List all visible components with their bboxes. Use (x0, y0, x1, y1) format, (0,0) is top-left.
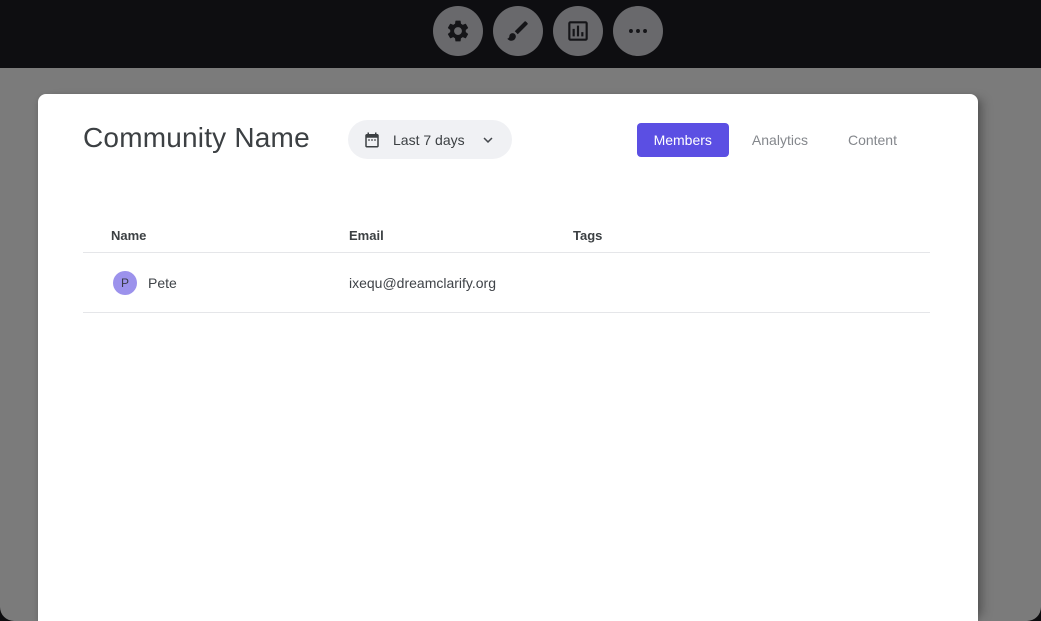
avatar-initial: P (121, 276, 129, 290)
member-name-cell: P Pete (83, 271, 349, 295)
poll-icon (565, 18, 591, 44)
members-table: Name Email Tags P Pete ixequ@dreamclarif… (83, 218, 930, 313)
tab-analytics[interactable]: Analytics (732, 123, 828, 157)
tab-bar: Members Analytics Content (637, 123, 917, 157)
column-header-email: Email (349, 228, 573, 243)
topbar-buttons (433, 6, 663, 56)
page-title: Community Name (83, 122, 310, 154)
ellipsis-icon (625, 18, 651, 44)
backdrop: Community Name Last 7 days Members Analy… (0, 68, 1041, 621)
table-header-row: Name Email Tags (83, 218, 930, 253)
community-card: Community Name Last 7 days Members Analy… (38, 94, 978, 621)
more-button[interactable] (613, 6, 663, 56)
calendar-icon (363, 131, 381, 149)
member-email: ixequ@dreamclarify.org (349, 275, 573, 291)
screen: { "topbar": { "buttons": [ { "name": "se… (0, 0, 1041, 621)
date-range-label: Last 7 days (393, 132, 465, 148)
settings-button[interactable] (433, 6, 483, 56)
table-row[interactable]: P Pete ixequ@dreamclarify.org (83, 253, 930, 313)
date-range-dropdown[interactable]: Last 7 days (348, 120, 512, 159)
brush-icon (505, 18, 531, 44)
column-header-tags: Tags (573, 228, 930, 243)
column-header-name: Name (83, 228, 349, 243)
stats-button[interactable] (553, 6, 603, 56)
tab-members[interactable]: Members (637, 123, 729, 157)
topbar (0, 0, 1041, 68)
appearance-button[interactable] (493, 6, 543, 56)
chevron-down-icon (479, 131, 497, 149)
member-name: Pete (148, 275, 177, 291)
tab-content[interactable]: Content (828, 123, 917, 157)
gear-icon (445, 18, 471, 44)
avatar: P (113, 271, 137, 295)
